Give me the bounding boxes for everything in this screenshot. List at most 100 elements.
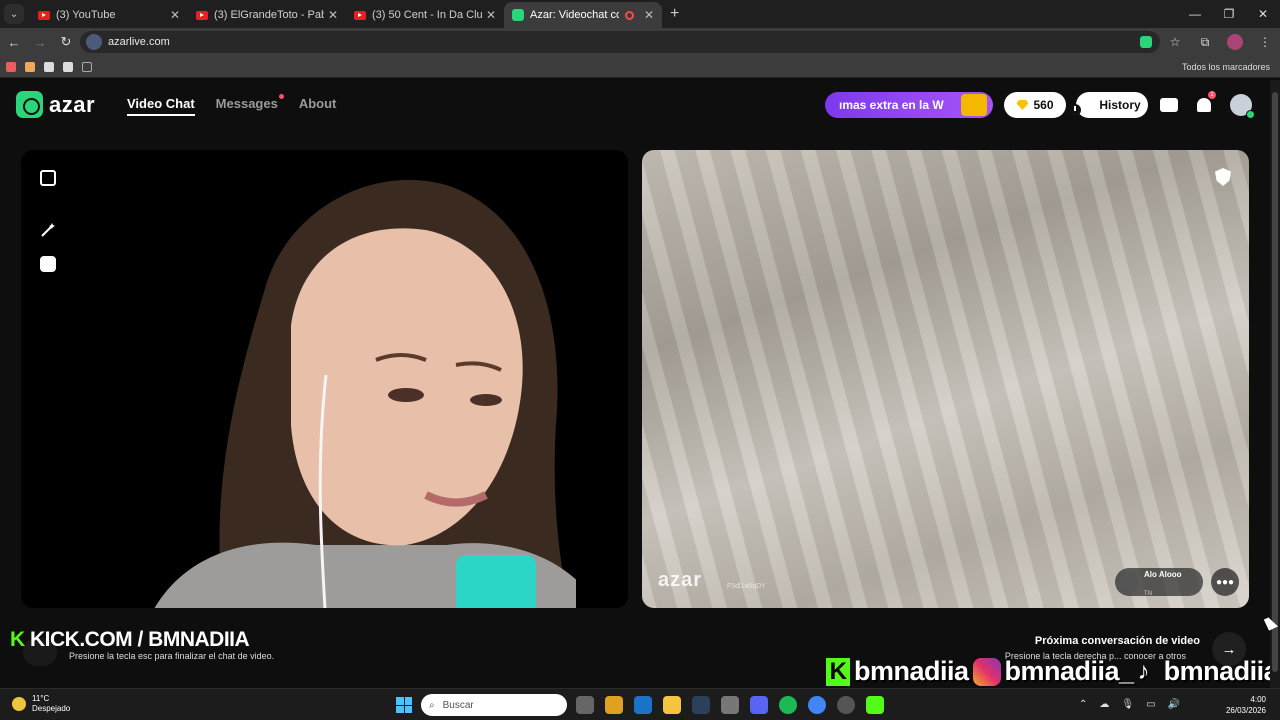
restore-button[interactable]: ❐ bbox=[1212, 0, 1246, 28]
reload-button[interactable]: ↻ bbox=[54, 34, 78, 50]
forward-button[interactable]: → bbox=[28, 35, 52, 50]
tab-search-button[interactable]: ⌄ bbox=[4, 4, 24, 24]
taskbar-clock[interactable]: 4:00 26/03/2026 bbox=[1226, 694, 1266, 716]
obs-icon[interactable] bbox=[837, 696, 855, 714]
extension-icon[interactable] bbox=[1140, 36, 1152, 48]
close-tab-icon[interactable]: ✕ bbox=[644, 8, 654, 22]
promo-banner[interactable]: ımas extra en la W bbox=[825, 92, 993, 118]
close-tab-icon[interactable]: ✕ bbox=[486, 8, 496, 22]
url-field[interactable]: azarlive.com bbox=[80, 31, 1160, 53]
kick-app-icon[interactable] bbox=[866, 696, 884, 714]
youtube-icon bbox=[38, 10, 50, 20]
discord-icon[interactable] bbox=[750, 696, 768, 714]
temperature: 11°C bbox=[32, 694, 50, 703]
bookmark-icon[interactable] bbox=[44, 61, 54, 72]
azar-logo[interactable]: azar bbox=[16, 91, 95, 118]
back-button[interactable]: ← bbox=[2, 35, 26, 50]
extensions-icon[interactable]: ⧉ bbox=[1190, 35, 1220, 50]
online-status-icon bbox=[1246, 110, 1255, 119]
store-icon bbox=[1160, 98, 1178, 112]
minimize-button[interactable]: — bbox=[1178, 0, 1212, 28]
search-placeholder: Buscar bbox=[442, 699, 474, 711]
taskbar-apps bbox=[576, 696, 884, 714]
tiktok-handle: bmnadiia bbox=[1163, 656, 1279, 686]
apps-grid-icon[interactable] bbox=[82, 61, 92, 72]
site-info-icon[interactable] bbox=[86, 34, 102, 50]
clock-icon bbox=[1069, 104, 1082, 116]
cloud-icon[interactable]: ☁ bbox=[1099, 699, 1109, 710]
steam-icon[interactable] bbox=[692, 696, 710, 714]
date: 26/03/2026 bbox=[1225, 706, 1266, 715]
remote-video: azar F5dl1a6qDY Alo Alooo TN ●●● bbox=[642, 150, 1249, 608]
network-icon[interactable]: ▭ bbox=[1146, 699, 1155, 710]
page-scrollbar[interactable] bbox=[1270, 80, 1280, 688]
search-icon: ⌕ bbox=[429, 699, 435, 711]
spotify-icon[interactable] bbox=[779, 696, 797, 714]
peer-info-chip[interactable]: Alo Alooo TN bbox=[1115, 568, 1203, 597]
main-nav: Video Chat Messages About bbox=[127, 94, 337, 116]
minimize-video-icon[interactable] bbox=[40, 170, 56, 186]
next-conversation-title: Próxima conversación de video bbox=[1034, 635, 1200, 647]
task-view-icon[interactable] bbox=[576, 696, 594, 714]
peer-name: Alo Alooo bbox=[1144, 570, 1182, 579]
peer-country: TN bbox=[1144, 591, 1152, 597]
peer-avatar bbox=[1119, 572, 1139, 592]
store-button[interactable] bbox=[1157, 93, 1181, 117]
tab-youtube[interactable]: (3) YouTube ✕ bbox=[30, 2, 188, 28]
all-bookmarks[interactable]: Todos los marcadores bbox=[1182, 62, 1270, 72]
tab-elgrandetoto[interactable]: (3) ElGrandeToto - Pablo (Lyrics ✕ bbox=[188, 2, 346, 28]
magic-wand-icon[interactable] bbox=[40, 222, 56, 238]
store-app-icon[interactable] bbox=[605, 696, 623, 714]
youtube-icon bbox=[354, 10, 366, 20]
bookmark-icon[interactable] bbox=[25, 61, 35, 72]
chrome-icon[interactable] bbox=[808, 696, 826, 714]
youtube-icon bbox=[196, 10, 208, 20]
tab-50cent[interactable]: (3) 50 Cent - In Da Club (Officia ✕ bbox=[346, 2, 504, 28]
windows-taskbar: 11°C Despejado ⌕ Buscar ⌃ ☁ 🎙 ▭ 🔊 4:00 26… bbox=[0, 688, 1280, 720]
weather-widget[interactable]: 11°C Despejado bbox=[12, 694, 70, 714]
taskbar-search[interactable]: ⌕ Buscar bbox=[421, 694, 567, 716]
profile-button[interactable] bbox=[1228, 92, 1255, 119]
close-tab-icon[interactable]: ✕ bbox=[170, 8, 180, 22]
instagram-icon bbox=[972, 657, 1001, 686]
menu-icon[interactable]: ⋮ bbox=[1250, 35, 1280, 49]
arrow-right-icon: → bbox=[1221, 640, 1237, 658]
file-explorer-icon[interactable] bbox=[663, 696, 681, 714]
bell-icon bbox=[1197, 98, 1211, 112]
outlook-icon[interactable] bbox=[634, 696, 652, 714]
new-tab-button[interactable]: + bbox=[670, 5, 679, 23]
scrollbar-thumb[interactable] bbox=[1272, 92, 1278, 672]
tab-azar[interactable]: Azar: Videochat con gente ✕ bbox=[504, 2, 662, 28]
weather-status: Despejado bbox=[32, 704, 71, 713]
bookmark-icon[interactable] bbox=[6, 61, 16, 72]
chevron-up-icon[interactable]: ⌃ bbox=[1079, 699, 1087, 710]
nav-about[interactable]: About bbox=[299, 96, 337, 116]
windows-start-icon[interactable] bbox=[396, 697, 412, 713]
gems-button[interactable]: 560 bbox=[1004, 92, 1066, 118]
kick-overlay: K KICK.COM / BMNADIIA bbox=[10, 628, 250, 652]
nav-messages-label: Messages bbox=[215, 96, 278, 111]
chat-bubble-button[interactable]: ●●● bbox=[1211, 568, 1239, 596]
recording-icon bbox=[624, 10, 634, 20]
history-button[interactable]: History bbox=[1069, 92, 1148, 118]
close-tab-icon[interactable]: ✕ bbox=[328, 8, 338, 22]
volume-icon[interactable]: 🔊 bbox=[1168, 699, 1180, 710]
star-icon[interactable]: ☆ bbox=[1160, 35, 1190, 49]
mic-icon[interactable]: 🎙 bbox=[1121, 699, 1134, 710]
notifications-button[interactable]: 1 bbox=[1192, 91, 1216, 117]
socials-overlay: K bmnadiia bmnadiia_ ♪ bmnadiia bbox=[826, 656, 1279, 687]
bookmarks-bar: Todos los marcadores bbox=[0, 56, 1280, 78]
bookmark-icon[interactable] bbox=[63, 61, 73, 72]
gem-icon bbox=[1016, 100, 1029, 110]
app-icon[interactable] bbox=[721, 696, 739, 714]
tab-title: (3) ElGrandeToto - Pablo (Lyrics bbox=[214, 9, 324, 21]
azar-icon bbox=[512, 9, 524, 21]
profile-avatar[interactable] bbox=[1227, 34, 1243, 50]
logo-text: azar bbox=[49, 91, 96, 117]
history-label: History bbox=[1099, 98, 1141, 112]
nav-messages[interactable]: Messages bbox=[215, 94, 284, 116]
watermark-id: F5dl1a6qDY bbox=[727, 583, 766, 590]
close-window-button[interactable]: ✕ bbox=[1246, 0, 1280, 28]
face-filter-icon[interactable] bbox=[40, 256, 56, 272]
nav-video-chat[interactable]: Video Chat bbox=[127, 96, 195, 116]
